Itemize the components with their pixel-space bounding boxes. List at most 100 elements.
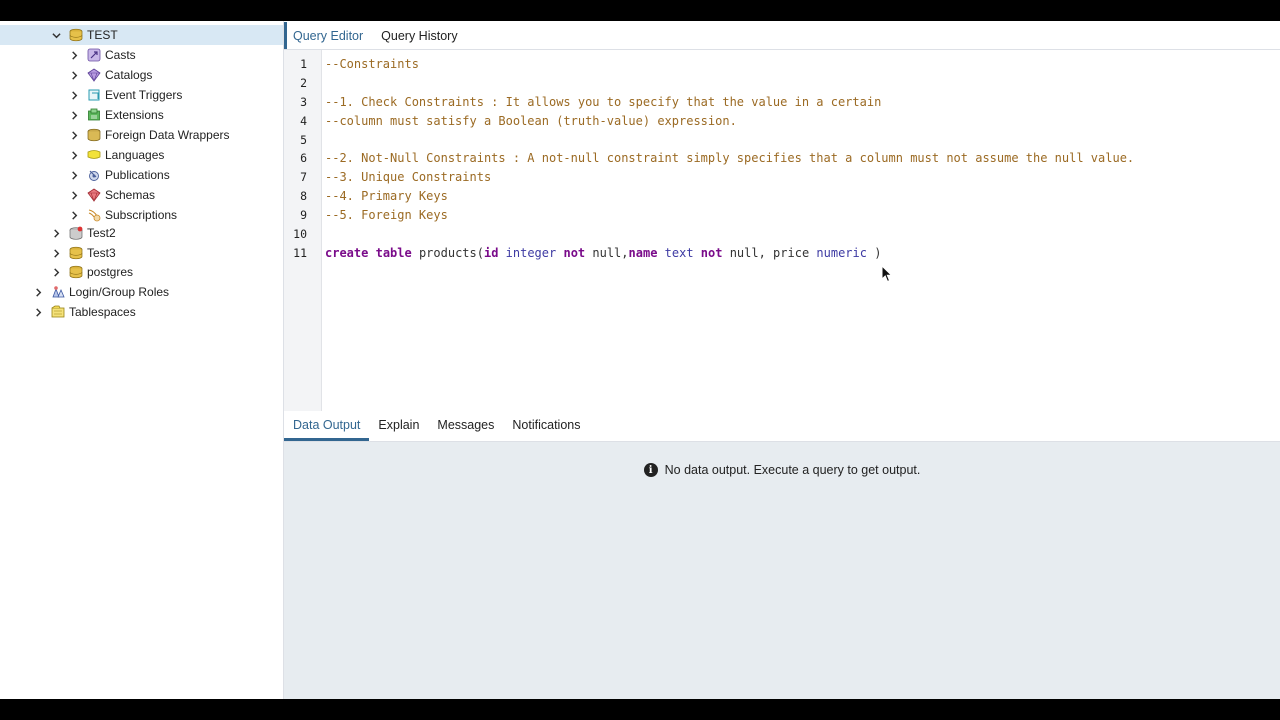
chevron-right-icon[interactable] bbox=[51, 267, 61, 277]
line-number: 9 bbox=[300, 207, 307, 222]
sql-comment: --1. Check Constraints : It allows you t… bbox=[325, 94, 882, 109]
database-icon bbox=[69, 246, 83, 260]
tree-item-label: Subscriptions bbox=[105, 208, 178, 222]
tree-item-casts[interactable]: Casts bbox=[0, 45, 283, 65]
code-line: 11 create table products(id integer not … bbox=[284, 243, 1280, 262]
tree-item-label: Catalogs bbox=[105, 68, 153, 82]
database-icon bbox=[69, 28, 83, 42]
tree-item-catalogs[interactable]: Catalogs bbox=[0, 65, 283, 85]
tree-item-event-triggers[interactable]: Event Triggers bbox=[0, 85, 283, 105]
tab-explain[interactable]: Explain bbox=[369, 412, 428, 441]
sql-keyword: create bbox=[325, 245, 369, 260]
tab-notifications[interactable]: Notifications bbox=[503, 412, 589, 441]
line-number: 7 bbox=[300, 169, 307, 184]
tree-item-label: Login/Group Roles bbox=[69, 285, 170, 299]
foreign-data-wrappers-icon bbox=[87, 128, 101, 142]
tree-item-label: Languages bbox=[105, 148, 165, 162]
no-data-message: i No data output. Execute a query to get… bbox=[284, 460, 1280, 480]
tree-item-schemas[interactable]: Schemas bbox=[0, 185, 283, 205]
sql-type: text bbox=[664, 245, 694, 260]
tree-item-label: Tablespaces bbox=[69, 305, 136, 319]
line-number: 10 bbox=[293, 226, 307, 241]
tree-item-label: Foreign Data Wrappers bbox=[105, 128, 230, 142]
line-number: 1 bbox=[300, 56, 307, 71]
chevron-right-icon[interactable] bbox=[69, 50, 79, 60]
line-number: 8 bbox=[300, 188, 307, 203]
mouse-pointer-icon bbox=[881, 265, 893, 283]
sql-text: ) bbox=[866, 245, 882, 260]
chevron-right-icon[interactable] bbox=[69, 210, 79, 220]
event-triggers-icon bbox=[87, 88, 101, 102]
tree-item-test[interactable]: TEST bbox=[0, 25, 283, 45]
chevron-right-icon[interactable] bbox=[69, 150, 79, 160]
chevron-right-icon[interactable] bbox=[33, 307, 43, 317]
code-line: 6 --2. Not-Null Constraints : A not-null… bbox=[284, 148, 1280, 167]
tree-item-test3[interactable]: Test3 bbox=[0, 243, 283, 263]
chevron-right-icon[interactable] bbox=[69, 90, 79, 100]
output-tabbar: Data Output Explain Messages Notificatio… bbox=[284, 412, 1280, 442]
chevron-right-icon[interactable] bbox=[51, 228, 61, 238]
tree-item-label: Test2 bbox=[87, 226, 116, 240]
code-line: 9 --5. Foreign Keys bbox=[284, 205, 1280, 224]
chevron-right-icon[interactable] bbox=[69, 190, 79, 200]
code-line: 10 bbox=[284, 224, 1280, 243]
sql-comment: --2. Not-Null Constraints : A not-null c… bbox=[325, 150, 1135, 165]
chevron-right-icon[interactable] bbox=[33, 287, 43, 297]
catalogs-icon bbox=[87, 68, 101, 82]
output-pane: Data Output Explain Messages Notificatio… bbox=[284, 412, 1280, 699]
sql-comment: --4. Primary Keys bbox=[325, 188, 448, 203]
sql-comment: --5. Foreign Keys bbox=[325, 207, 448, 222]
chevron-right-icon[interactable] bbox=[51, 248, 61, 258]
tree-item-languages[interactable]: Languages bbox=[0, 145, 283, 165]
code-line: 3 --1. Check Constraints : It allows you… bbox=[284, 92, 1280, 111]
line-number: 4 bbox=[300, 113, 307, 128]
tab-messages[interactable]: Messages bbox=[428, 412, 503, 441]
database-icon bbox=[69, 265, 83, 279]
tab-query-editor[interactable]: Query Editor bbox=[284, 22, 372, 49]
sql-type: integer bbox=[505, 245, 557, 260]
roles-icon bbox=[51, 285, 65, 299]
tree-item-foreign-data-wrappers[interactable]: Foreign Data Wrappers bbox=[0, 125, 283, 145]
tree-item-subscriptions[interactable]: Subscriptions bbox=[0, 205, 283, 225]
line-number: 2 bbox=[300, 75, 307, 90]
tab-query-history[interactable]: Query History bbox=[372, 22, 466, 49]
languages-icon bbox=[87, 148, 101, 162]
sql-comment: --column must satisfy a Boolean (truth-v… bbox=[325, 113, 737, 128]
tree-item-test2[interactable]: Test2 bbox=[0, 223, 283, 243]
tree-item-tablespaces[interactable]: Tablespaces bbox=[0, 302, 283, 322]
sql-text: products( bbox=[411, 245, 484, 260]
tree-item-extensions[interactable]: Extensions bbox=[0, 105, 283, 125]
casts-icon bbox=[87, 48, 101, 62]
chevron-right-icon[interactable] bbox=[69, 110, 79, 120]
pgadmin-window: TEST Casts Catalogs Event Triggers Exten… bbox=[0, 21, 1280, 699]
chevron-right-icon[interactable] bbox=[69, 70, 79, 80]
sql-comment: --Constraints bbox=[325, 56, 419, 71]
chevron-right-icon[interactable] bbox=[69, 170, 79, 180]
sql-text: null, price bbox=[722, 245, 817, 260]
tree-item-label: Casts bbox=[105, 48, 136, 62]
sql-keyword: not bbox=[700, 245, 723, 260]
sql-keyword: table bbox=[375, 245, 412, 260]
tab-data-output[interactable]: Data Output bbox=[284, 412, 370, 441]
sql-keyword: id bbox=[483, 245, 499, 260]
code-line: 1 --Constraints bbox=[284, 54, 1280, 73]
publications-icon bbox=[87, 168, 101, 182]
sql-comment: --3. Unique Constraints bbox=[325, 169, 492, 184]
tree-item-label: Test3 bbox=[87, 246, 116, 260]
line-number: 3 bbox=[300, 94, 307, 109]
tree-item-login-group-roles[interactable]: Login/Group Roles bbox=[0, 282, 283, 302]
code-line: 2 bbox=[284, 73, 1280, 92]
code-line: 4 --column must satisfy a Boolean (truth… bbox=[284, 111, 1280, 130]
tree-item-label: Schemas bbox=[105, 188, 156, 202]
chevron-down-icon[interactable] bbox=[51, 30, 61, 40]
line-number: 5 bbox=[300, 132, 307, 147]
tree-item-postgres[interactable]: postgres bbox=[0, 262, 283, 282]
schemas-icon bbox=[87, 188, 101, 202]
code-line: 7 --3. Unique Constraints bbox=[284, 167, 1280, 186]
tree-item-publications[interactable]: Publications bbox=[0, 165, 283, 185]
chevron-right-icon[interactable] bbox=[69, 130, 79, 140]
line-number: 6 bbox=[300, 150, 307, 165]
sql-code-area[interactable]: 1 --Constraints 2 3 --1. Check Constrain… bbox=[284, 50, 1280, 411]
